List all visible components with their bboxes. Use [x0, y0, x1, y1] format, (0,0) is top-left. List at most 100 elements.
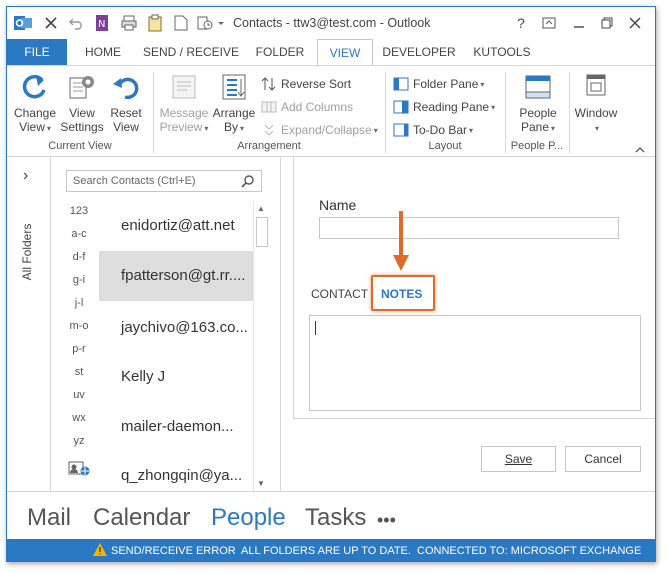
- search-icon[interactable]: [241, 174, 255, 191]
- customize-qat-icon[interactable]: [215, 13, 227, 33]
- scroll-up-icon[interactable]: ▲: [257, 204, 265, 213]
- window-title: Contacts - ttw3@test.com - Outlook: [233, 16, 431, 30]
- close-window-icon[interactable]: [623, 13, 647, 33]
- tab-contact[interactable]: CONTACT: [311, 285, 368, 303]
- title-bar: N Contacts - ttw3@test.com - Outlook ?: [7, 7, 655, 39]
- window-icon: [586, 74, 606, 96]
- save-button[interactable]: Save: [481, 446, 556, 472]
- nav-people[interactable]: People: [211, 504, 286, 532]
- page-icon[interactable]: [171, 13, 191, 33]
- print-icon[interactable]: [119, 13, 139, 33]
- tab-file[interactable]: FILE: [7, 39, 67, 65]
- index-m-o[interactable]: m-o: [61, 320, 97, 332]
- contact-item[interactable]: enidortiz@att.net: [99, 201, 253, 251]
- outlook-window: N Contacts - ttw3@test.com - Outlook ? F…: [6, 6, 656, 562]
- nav-calendar[interactable]: Calendar: [93, 504, 190, 532]
- minimize-icon[interactable]: [567, 13, 591, 33]
- contact-item[interactable]: mailer-daemon...: [99, 402, 253, 452]
- index-j-l[interactable]: j-l: [61, 297, 97, 309]
- status-bar: SEND/RECEIVE ERROR ALL FOLDERS ARE UP TO…: [7, 539, 655, 561]
- folders-status: ALL FOLDERS ARE UP TO DATE.: [241, 545, 411, 557]
- reminder-icon[interactable]: [195, 13, 215, 33]
- close-item-icon[interactable]: [41, 13, 61, 33]
- reading-pane-button[interactable]: Reading Pane ▾: [393, 97, 495, 117]
- chevron-down-icon: ▾: [46, 124, 51, 133]
- tab-notes[interactable]: NOTES: [381, 285, 422, 303]
- contact-item[interactable]: Kelly J: [99, 352, 253, 402]
- expand-folder-pane-icon[interactable]: ›: [23, 167, 28, 185]
- people-pane-button[interactable]: People Pane ▾: [511, 72, 565, 136]
- cancel-button[interactable]: Cancel: [565, 446, 641, 472]
- search-placeholder: Search Contacts (Ctrl+E): [73, 175, 196, 187]
- index-123[interactable]: 123: [61, 205, 97, 217]
- index-uv[interactable]: uv: [61, 389, 97, 401]
- onenote-icon[interactable]: N: [93, 13, 113, 33]
- index-a-c[interactable]: a-c: [61, 228, 97, 240]
- reverse-sort-button[interactable]: Reverse Sort: [261, 74, 351, 94]
- add-columns-button[interactable]: Add Columns: [261, 97, 353, 117]
- name-field[interactable]: [319, 217, 619, 239]
- collapse-ribbon-icon[interactable]: [633, 144, 647, 158]
- change-view-label-2: View: [19, 120, 45, 134]
- index-p-r[interactable]: p-r: [61, 343, 97, 355]
- divider: [293, 157, 294, 419]
- chevron-down-icon: ▾: [551, 124, 556, 133]
- contact-item[interactable]: jaychivo@163.co...: [99, 303, 253, 353]
- expand-collapse-label: Expand/Collapse: [281, 123, 372, 137]
- name-label: Name: [319, 197, 357, 213]
- change-view-icon: [22, 74, 46, 99]
- arrange-by-icon: [222, 74, 246, 100]
- arrange-by-label-1: Arrange: [212, 106, 256, 120]
- index-st[interactable]: st: [61, 366, 97, 378]
- reverse-sort-icon: [261, 76, 277, 92]
- search-input[interactable]: Search Contacts (Ctrl+E): [66, 170, 262, 192]
- nav-mail[interactable]: Mail: [27, 504, 71, 532]
- tab-folder[interactable]: FOLDER: [251, 39, 309, 65]
- all-folders-label: All Folders: [20, 223, 34, 281]
- contact-cards-icon[interactable]: [61, 461, 97, 480]
- outlook-logo-icon[interactable]: [13, 13, 33, 33]
- index-g-i[interactable]: g-i: [61, 274, 97, 286]
- chevron-down-icon: ▾: [204, 124, 209, 133]
- index-wx[interactable]: wx: [61, 412, 97, 424]
- ribbon-display-options-icon[interactable]: [537, 13, 561, 33]
- help-button[interactable]: ?: [509, 13, 533, 33]
- contact-item-selected[interactable]: fpatterson@gt.rr....: [99, 251, 253, 301]
- reset-view-button[interactable]: Reset View: [105, 72, 147, 134]
- index-d-f[interactable]: d-f: [61, 251, 97, 263]
- tab-home[interactable]: HOME: [73, 39, 133, 65]
- restore-icon[interactable]: [595, 13, 619, 33]
- scrollbar-thumb[interactable]: [256, 217, 268, 247]
- window-label: Window: [574, 106, 618, 120]
- all-folders-toggle[interactable]: All Folders: [15, 205, 39, 305]
- contact-list-pane: Search Contacts (Ctrl+E) 123 a-c d-f g-i…: [51, 157, 281, 491]
- folder-pane-button[interactable]: Folder Pane ▾: [393, 74, 484, 94]
- tab-kutools[interactable]: KUTOOLS: [467, 39, 537, 65]
- nav-tasks[interactable]: Tasks: [305, 504, 366, 532]
- arrangement-group-label: Arrangement: [237, 140, 301, 152]
- more-options-icon[interactable]: •••: [377, 506, 396, 534]
- send-receive-error-status[interactable]: SEND/RECEIVE ERROR: [111, 545, 236, 557]
- arrange-by-button[interactable]: Arrange By ▾: [211, 72, 257, 136]
- svg-text:N: N: [98, 19, 105, 30]
- undo-icon[interactable]: [67, 13, 87, 33]
- change-view-button[interactable]: Change View ▾: [11, 72, 59, 136]
- message-preview-button[interactable]: Message Preview ▾: [157, 72, 211, 136]
- expand-collapse-button[interactable]: Expand/Collapse ▾: [261, 120, 378, 140]
- contact-list-scrollbar[interactable]: ▲ ▼: [253, 201, 269, 491]
- group-separator: [569, 72, 570, 154]
- window-button[interactable]: Window ▾: [571, 72, 621, 136]
- chevron-down-icon: ▾: [594, 124, 599, 133]
- contact-item[interactable]: q_zhongqin@ya...: [99, 451, 253, 491]
- tab-send-receive[interactable]: SEND / RECEIVE: [139, 39, 243, 65]
- tab-developer[interactable]: DEVELOPER: [379, 39, 459, 65]
- tab-view[interactable]: VIEW: [317, 39, 373, 66]
- warning-icon: [93, 543, 107, 559]
- todo-bar-button[interactable]: To-Do Bar ▾: [393, 120, 473, 140]
- save-label: Save: [504, 452, 533, 466]
- notes-textarea[interactable]: [309, 315, 641, 411]
- view-settings-button[interactable]: View Settings: [59, 72, 105, 134]
- scroll-down-icon[interactable]: ▼: [257, 479, 265, 488]
- index-yz[interactable]: yz: [61, 435, 97, 447]
- clipboard-icon[interactable]: [145, 13, 165, 33]
